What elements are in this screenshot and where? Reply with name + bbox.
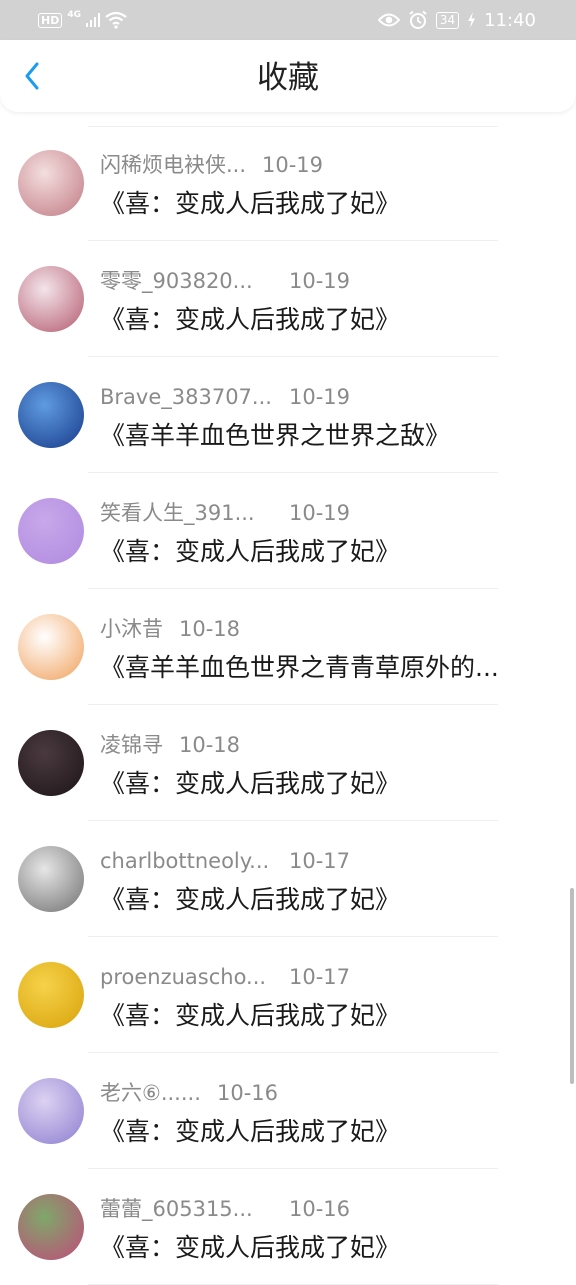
item-meta: 闪稀烦电袂侠... 10-19	[100, 150, 323, 180]
date-label: 10-18	[179, 733, 241, 757]
item-meta: charlbottneoly... 10-17	[100, 846, 350, 876]
username: proenzuascho...	[100, 965, 267, 989]
book-title[interactable]: 《喜羊羊血色世界之青青草原外的...	[100, 650, 499, 686]
battery-icon: 34	[435, 11, 460, 29]
book-title[interactable]: 《喜：变成人后我成了妃》	[100, 534, 400, 570]
date-label: 10-17	[289, 849, 351, 873]
avatar[interactable]	[18, 1194, 84, 1260]
charging-icon	[468, 12, 476, 28]
list-item[interactable]: proenzuascho... 10-17 《喜：变成人后我成了妃》	[0, 924, 576, 1053]
username: 笑看人生_391...	[100, 501, 255, 525]
username: 零零_903820...	[100, 269, 253, 293]
avatar[interactable]	[18, 962, 84, 1028]
list-item[interactable]: 小沐昔 10-18 《喜羊羊血色世界之青青草原外的...	[0, 576, 576, 705]
username: 老六⑥......	[100, 1081, 201, 1105]
list-item[interactable]: 笑看人生_391... 10-19 《喜：变成人后我成了妃》	[0, 460, 576, 589]
date-label: 10-19	[289, 501, 351, 525]
book-title[interactable]: 《喜：变成人后我成了妃》	[100, 882, 400, 918]
list-item[interactable]: Brave_383707... 10-19 《喜羊羊血色世界之世界之敌》	[0, 344, 576, 473]
list-item[interactable]: 闪稀烦电袂侠... 10-19 《喜：变成人后我成了妃》	[0, 112, 576, 241]
avatar[interactable]	[18, 382, 84, 448]
username: 小沐昔	[100, 617, 163, 641]
date-label: 10-16	[289, 1197, 351, 1221]
avatar[interactable]	[18, 1078, 84, 1144]
book-title[interactable]: 《喜：变成人后我成了妃》	[100, 302, 400, 338]
nav-bar: 收藏	[0, 40, 576, 112]
item-meta: 笑看人生_391... 10-19	[100, 498, 350, 528]
avatar[interactable]	[18, 266, 84, 332]
item-meta: 凌锦寻 10-18	[100, 730, 240, 760]
item-meta: Brave_383707... 10-19	[100, 382, 350, 412]
date-label: 10-19	[262, 153, 324, 177]
status-right: 34 11:40	[377, 0, 536, 40]
username: 凌锦寻	[100, 733, 163, 757]
scrollbar[interactable]	[570, 888, 574, 1084]
item-meta: 蕾蕾_605315... 10-16	[100, 1194, 350, 1224]
date-label: 10-19	[289, 385, 351, 409]
alarm-icon	[409, 10, 427, 29]
username: Brave_383707...	[100, 385, 272, 409]
date-label: 10-17	[289, 965, 351, 989]
avatar[interactable]	[18, 498, 84, 564]
date-label: 10-19	[289, 269, 351, 293]
eye-icon	[377, 13, 400, 27]
item-meta: proenzuascho... 10-17	[100, 962, 350, 992]
book-title[interactable]: 《喜：变成人后我成了妃》	[100, 186, 400, 222]
status-bar: HD 4G 34 11:40	[0, 0, 576, 40]
network-type: 4G	[67, 10, 81, 20]
hd-badge: HD	[38, 12, 63, 28]
signal-icon	[86, 13, 100, 27]
date-label: 10-18	[179, 617, 241, 641]
list-item[interactable]: 零零_903820... 10-19 《喜：变成人后我成了妃》	[0, 228, 576, 357]
wifi-icon	[105, 11, 127, 29]
book-title[interactable]: 《喜羊羊血色世界之世界之敌》	[100, 418, 450, 454]
book-title[interactable]: 《喜：变成人后我成了妃》	[100, 1230, 400, 1266]
clock: 11:40	[484, 9, 536, 31]
avatar[interactable]	[18, 614, 84, 680]
list-item[interactable]: charlbottneoly... 10-17 《喜：变成人后我成了妃》	[0, 808, 576, 937]
list-item[interactable]: 老六⑥...... 10-16 《喜：变成人后我成了妃》	[0, 1040, 576, 1169]
avatar[interactable]	[18, 846, 84, 912]
list-item[interactable]: 蕾蕾_605315... 10-16 《喜：变成人后我成了妃》	[0, 1156, 576, 1285]
book-title[interactable]: 《喜：变成人后我成了妃》	[100, 998, 400, 1034]
date-label: 10-16	[217, 1081, 279, 1105]
username: 闪稀烦电袂侠...	[100, 153, 247, 177]
username: 蕾蕾_605315...	[100, 1197, 253, 1221]
item-meta: 零零_903820... 10-19	[100, 266, 350, 296]
list-item[interactable]: 凌锦寻 10-18 《喜：变成人后我成了妃》	[0, 692, 576, 821]
status-left: HD 4G	[38, 0, 127, 40]
book-title[interactable]: 《喜：变成人后我成了妃》	[100, 1114, 400, 1150]
item-meta: 小沐昔 10-18	[100, 614, 240, 644]
book-title[interactable]: 《喜：变成人后我成了妃》	[100, 766, 400, 802]
username: charlbottneoly...	[100, 849, 270, 873]
avatar[interactable]	[18, 150, 84, 216]
avatar[interactable]	[18, 730, 84, 796]
page-title: 收藏	[257, 60, 319, 96]
item-meta: 老六⑥...... 10-16	[100, 1078, 278, 1108]
